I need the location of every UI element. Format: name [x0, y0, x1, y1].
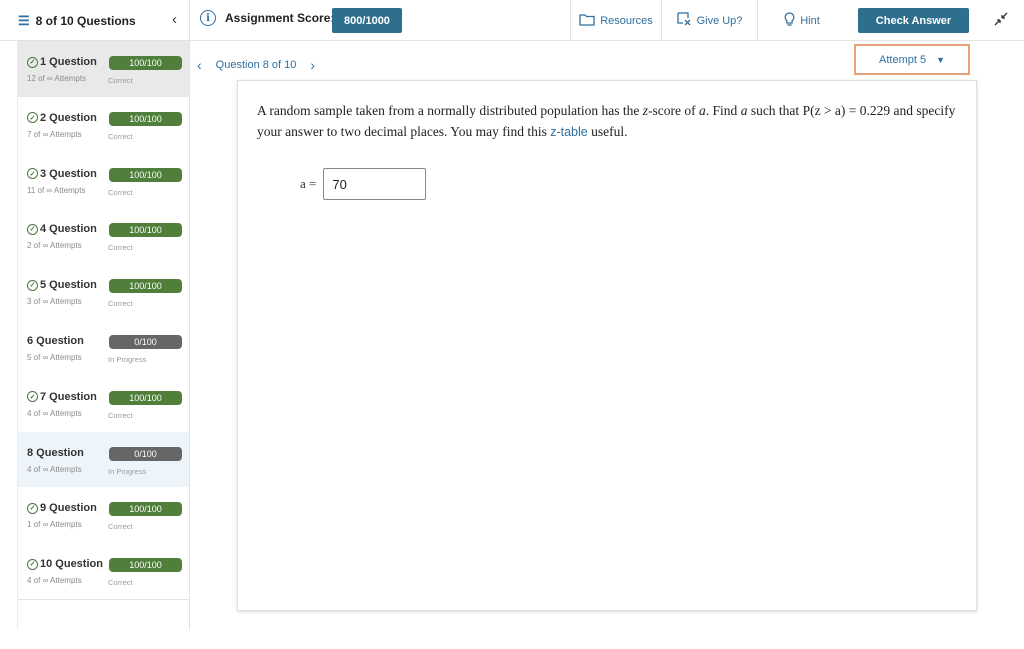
hint-button[interactable]: Hint — [757, 0, 846, 41]
questions-toc-toggle[interactable]: ☰ 8 of 10 Questions ‹ — [18, 0, 190, 41]
check-circle-icon: ✓ — [27, 558, 38, 570]
check-answer-button[interactable]: Check Answer — [858, 8, 969, 33]
page-bottom — [0, 630, 1024, 649]
check-circle-icon: ✓ — [27, 223, 38, 235]
question-list-item[interactable]: ✓ 10 Question 4 of ∞ Attempts 100/100 Cor… — [18, 543, 189, 599]
give-up-icon — [676, 12, 692, 29]
check-circle-icon: ✓ — [27, 112, 38, 124]
give-up-label: Give Up? — [696, 14, 743, 27]
give-up-button[interactable]: Give Up? — [661, 0, 757, 41]
question-status: Correct — [108, 187, 133, 197]
minimize-icon[interactable] — [994, 12, 1008, 29]
question-card: A random sample taken from a normally di… — [237, 80, 977, 611]
question-sidebar: ✓ 1 Question 12 of ∞ Attempts 100/100 Cor… — [17, 41, 190, 630]
question-status: Correct — [108, 410, 133, 420]
question-score-badge: 100/100 — [109, 111, 182, 126]
question-list-item[interactable]: ✓ 7 Question 4 of ∞ Attempts 100/100 Corr… — [18, 376, 189, 432]
question-score-badge: 0/100 — [109, 446, 182, 461]
question-list-item[interactable]: ✓ 4 Question 2 of ∞ Attempts 100/100 Corr… — [18, 208, 189, 264]
question-title: ✓ 4 Question — [27, 223, 97, 235]
question-score-badge: 100/100 — [109, 56, 182, 70]
question-score-badge: 100/100 — [109, 502, 182, 517]
check-circle-icon: ✓ — [27, 391, 38, 403]
resources-label: Resources — [600, 14, 653, 27]
next-question-icon[interactable]: › — [310, 57, 315, 73]
check-circle-icon: ✓ — [27, 56, 38, 68]
question-text: A random sample taken from a normally di… — [257, 103, 956, 139]
folder-icon — [579, 13, 595, 29]
question-list-item[interactable]: ✓ 9 Question 1 of ∞ Attempts 100/100 Corr… — [18, 487, 189, 543]
app-root: ☰ 8 of 10 Questions ‹ i Assignment Score… — [0, 0, 1024, 649]
check-circle-icon: ✓ — [27, 502, 38, 514]
attempt-label: Attempt 5 — [879, 53, 927, 66]
question-attempts: 2 of ∞ Attempts — [27, 241, 82, 251]
question-nav: ‹ Question 8 of 10 › — [197, 57, 315, 73]
question-list-item[interactable]: ✓ 2 Question 7 of ∞ Attempts 100/100 Corr… — [18, 97, 189, 153]
question-status: Correct — [108, 299, 133, 309]
check-circle-icon: ✓ — [27, 168, 38, 180]
question-attempts: 4 of ∞ Attempts — [27, 408, 82, 418]
question-score-badge: 0/100 — [109, 334, 182, 349]
z-table-link[interactable]: z-table — [550, 125, 588, 139]
question-title: 8 Question — [27, 446, 84, 459]
question-list-item[interactable]: ✓ 3 Question 11 of ∞ Attempts 100/100 Cor… — [18, 153, 189, 209]
question-status: Correct — [108, 522, 133, 532]
toc-label: 8 of 10 Questions — [35, 13, 136, 28]
score-label: Assignment Score: — [225, 11, 335, 25]
question-nav-label: Question 8 of 10 — [215, 59, 297, 71]
lightbulb-icon — [784, 11, 795, 30]
question-attempts: 11 of ∞ Attempts — [27, 185, 86, 195]
question-score-badge: 100/100 — [109, 167, 182, 182]
answer-label: a = — [300, 176, 317, 191]
question-list-item[interactable]: ✓ 5 Question 3 of ∞ Attempts 100/100 Corr… — [18, 264, 189, 320]
question-attempts: 4 of ∞ Attempts — [27, 464, 82, 474]
question-title: ✓ 10 Question — [27, 558, 103, 570]
question-status: In Progress — [108, 466, 147, 476]
resources-button[interactable]: Resources — [570, 0, 661, 41]
question-score-badge: 100/100 — [109, 279, 182, 294]
question-title: ✓ 7 Question — [27, 391, 97, 403]
question-score-badge: 100/100 — [109, 558, 182, 573]
top-bar: ☰ 8 of 10 Questions ‹ i Assignment Score… — [0, 0, 1024, 41]
question-status: In Progress — [108, 354, 147, 364]
probability-expression: P(z > a) = 0.229 — [802, 103, 891, 118]
answer-row: a = — [300, 168, 427, 200]
question-attempts: 3 of ∞ Attempts — [27, 297, 82, 307]
sidebar-divider — [18, 599, 190, 600]
caret-down-icon: ▼ — [936, 54, 945, 65]
question-list-item[interactable]: 6 Question 5 of ∞ Attempts 0/100 In Prog… — [18, 320, 189, 376]
question-title: ✓ 2 Question — [27, 112, 97, 124]
question-title: ✓ 3 Question — [27, 168, 97, 180]
question-title: ✓ 1 Question — [27, 56, 97, 68]
question-title: 6 Question — [27, 334, 84, 347]
question-attempts: 5 of ∞ Attempts — [27, 352, 82, 362]
info-icon[interactable]: i — [200, 10, 216, 26]
question-attempts: 12 of ∞ Attempts — [27, 74, 87, 83]
question-title: ✓ 9 Question — [27, 502, 97, 514]
question-score-badge: 100/100 — [109, 390, 182, 405]
check-circle-icon: ✓ — [27, 279, 38, 291]
question-attempts: 7 of ∞ Attempts — [27, 129, 82, 139]
question-status: Correct — [108, 131, 133, 141]
prev-question-icon[interactable]: ‹ — [197, 57, 202, 73]
question-list-item[interactable]: ✓ 1 Question 12 of ∞ Attempts 100/100 Cor… — [18, 41, 189, 97]
list-icon: ☰ — [18, 12, 30, 28]
question-score-badge: 100/100 — [109, 223, 182, 238]
collapse-sidebar-icon[interactable]: ‹ — [172, 11, 177, 28]
question-list-item-current[interactable]: 8 Question 4 of ∞ Attempts 0/100 In Prog… — [18, 431, 189, 488]
assignment-score: i Assignment Score: — [200, 10, 334, 26]
score-badge: 800/1000 — [332, 8, 402, 33]
question-attempts: 1 of ∞ Attempts — [27, 520, 82, 530]
attempt-dropdown[interactable]: Attempt 5 ▼ — [854, 44, 970, 75]
question-attempts: 4 of ∞ Attempts — [27, 576, 82, 586]
question-status: Correct — [108, 76, 133, 85]
answer-input[interactable] — [323, 168, 427, 200]
question-status: Correct — [108, 578, 133, 588]
question-title: ✓ 5 Question — [27, 279, 97, 291]
hint-label: Hint — [800, 14, 820, 27]
question-status: Correct — [108, 243, 133, 253]
